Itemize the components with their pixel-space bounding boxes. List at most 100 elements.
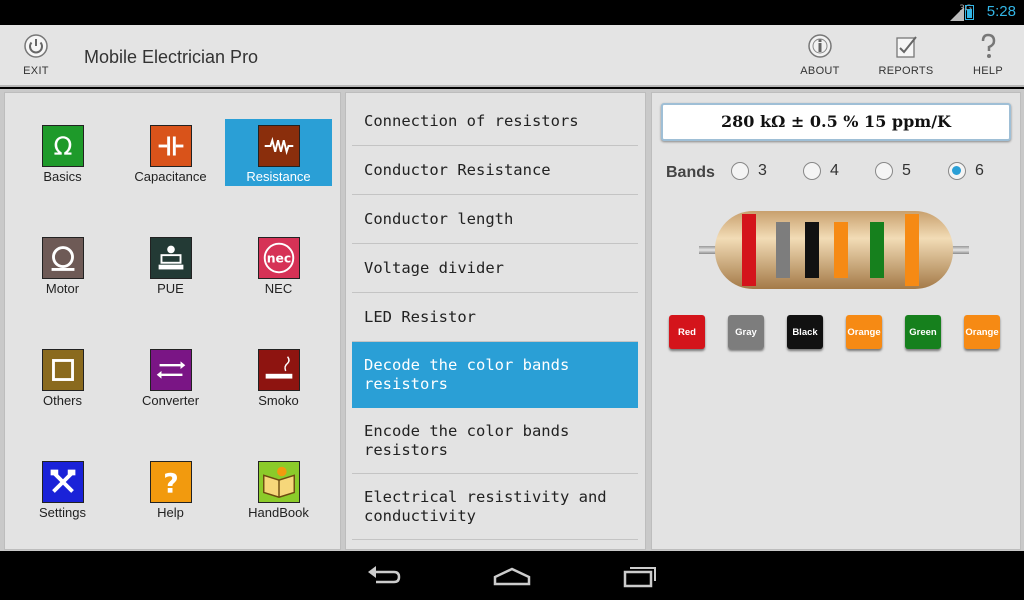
svg-text:nec: nec (267, 252, 292, 266)
omega-icon: Ω (42, 125, 84, 167)
band-color-button-5[interactable]: Green (905, 315, 941, 349)
category-handbook[interactable]: HandBook (225, 455, 332, 522)
list-item-label: Decode the color bands resistors (364, 355, 570, 393)
category-pue[interactable]: PUE (117, 231, 224, 298)
list-item-label: Conductor length (364, 209, 514, 228)
band-color-button-4[interactable]: Orange (846, 315, 882, 349)
book-icon (258, 461, 300, 503)
list-item-label: Conductor Resistance (364, 160, 551, 179)
reports-button[interactable]: REPORTS (875, 25, 937, 87)
back-icon[interactable] (366, 564, 402, 588)
category-smoko[interactable]: Smoko (225, 343, 332, 410)
category-label: Help (157, 505, 184, 520)
category-label: Converter (141, 393, 200, 408)
help-button[interactable]: HELP (966, 25, 1010, 87)
signal-icon (950, 6, 964, 25)
question-mark-icon (981, 33, 996, 58)
category-help[interactable]: ? Help (117, 455, 224, 522)
calculation-list: Connection of resistors Conductor Resist… (345, 92, 646, 550)
square-icon (42, 349, 84, 391)
main-area: Ω Basics Capacitance Resistance Motor PU… (0, 89, 1024, 551)
list-item-conductor-length[interactable]: Conductor length (352, 195, 638, 244)
band-1 (742, 214, 756, 286)
capacitor-icon (150, 125, 192, 167)
bands-label: Bands (666, 164, 715, 181)
band-color-button-3[interactable]: Black (787, 315, 823, 349)
exit-button[interactable]: EXIT (12, 25, 60, 87)
recent-apps-icon[interactable] (622, 564, 658, 588)
band-5 (870, 222, 884, 278)
list-item-connection-of-resistors[interactable]: Connection of resistors (352, 97, 638, 146)
band-color-label: Black (792, 326, 818, 338)
bands-option-label: 6 (975, 162, 984, 179)
list-item-decode-color-bands[interactable]: Decode the color bands resistors (352, 342, 638, 408)
category-nec[interactable]: nec NEC (225, 231, 332, 298)
category-label: Others (42, 393, 82, 408)
category-label: NEC (264, 281, 293, 296)
category-resistance[interactable]: Resistance (225, 119, 332, 186)
band-color-button-1[interactable]: Red (669, 315, 705, 349)
category-others[interactable]: Others (9, 343, 116, 410)
action-bar: EXIT Mobile Electrician Pro ABOUT REPORT… (0, 25, 1024, 87)
radio-circle (875, 162, 893, 180)
list-item-voltage-divider[interactable]: Voltage divider (352, 244, 638, 293)
bands-option-label: 3 (758, 162, 767, 179)
clock: 5:28 (986, 3, 1016, 20)
converter-icon (150, 349, 192, 391)
exit-label: EXIT (23, 65, 49, 77)
nec-icon: nec (258, 237, 300, 279)
pue-icon (150, 237, 192, 279)
svg-text:?: ? (163, 468, 178, 499)
category-label: Resistance (246, 169, 311, 184)
radio-circle-checked (948, 162, 966, 180)
power-icon (24, 34, 48, 58)
resistance-result: 280 kΩ ± 0.5 % 15 ppm/K (661, 103, 1011, 141)
status-bar: 3G 5:28 (0, 0, 1024, 25)
battery-icon (965, 5, 974, 20)
list-item-electrical-resistivity[interactable]: Electrical resistivity and conductivity (352, 474, 638, 540)
band-color-label: Orange (965, 326, 999, 338)
bands-option-label: 4 (830, 162, 839, 179)
category-capacitance[interactable]: Capacitance (117, 119, 224, 186)
tools-icon (42, 461, 84, 503)
home-icon[interactable] (493, 564, 531, 588)
list-item-label: Connection of resistors (364, 111, 579, 130)
list-item-encode-color-bands[interactable]: Encode the color bands resistors (352, 408, 638, 474)
category-label: Settings (39, 505, 86, 520)
resistor-decoder-panel: 280 kΩ ± 0.5 % 15 ppm/K Bands 3 4 5 6 Re… (651, 92, 1021, 550)
list-item-led-resistor[interactable]: LED Resistor (352, 293, 638, 342)
cigarette-icon (258, 349, 300, 391)
info-icon (808, 34, 832, 58)
band-color-button-6[interactable]: Orange (964, 315, 1000, 349)
category-label: HandBook (248, 505, 309, 520)
reports-label: REPORTS (878, 65, 934, 77)
help-label: HELP (973, 65, 1003, 77)
band-4 (834, 222, 848, 278)
category-label: Basics (43, 169, 82, 184)
category-basics[interactable]: Ω Basics (9, 119, 116, 186)
category-label: Smoko (258, 393, 299, 408)
category-label: Capacitance (134, 169, 207, 184)
band-color-button-2[interactable]: Gray (728, 315, 764, 349)
resistor-icon (258, 125, 300, 167)
list-item-label: Voltage divider (364, 258, 504, 277)
app-title: Mobile Electrician Pro (84, 47, 259, 67)
category-settings[interactable]: Settings (9, 455, 116, 522)
about-button[interactable]: ABOUT (794, 25, 846, 87)
radio-circle (803, 162, 821, 180)
band-2 (776, 222, 790, 278)
band-3 (805, 222, 819, 278)
band-color-label: Green (909, 326, 937, 338)
band-6 (905, 214, 919, 286)
band-color-label: Gray (735, 326, 757, 338)
categories-panel: Ω Basics Capacitance Resistance Motor PU… (4, 92, 341, 550)
navigation-bar (0, 551, 1024, 600)
list-item-label: LED Resistor (364, 307, 476, 326)
resistor-illustration (699, 211, 969, 289)
list-item-conductor-resistance[interactable]: Conductor Resistance (352, 146, 638, 195)
bands-option-label: 5 (902, 162, 911, 179)
band-color-label: Orange (847, 326, 881, 338)
category-label: Motor (45, 281, 80, 296)
category-converter[interactable]: Converter (117, 343, 224, 410)
category-motor[interactable]: Motor (9, 231, 116, 298)
